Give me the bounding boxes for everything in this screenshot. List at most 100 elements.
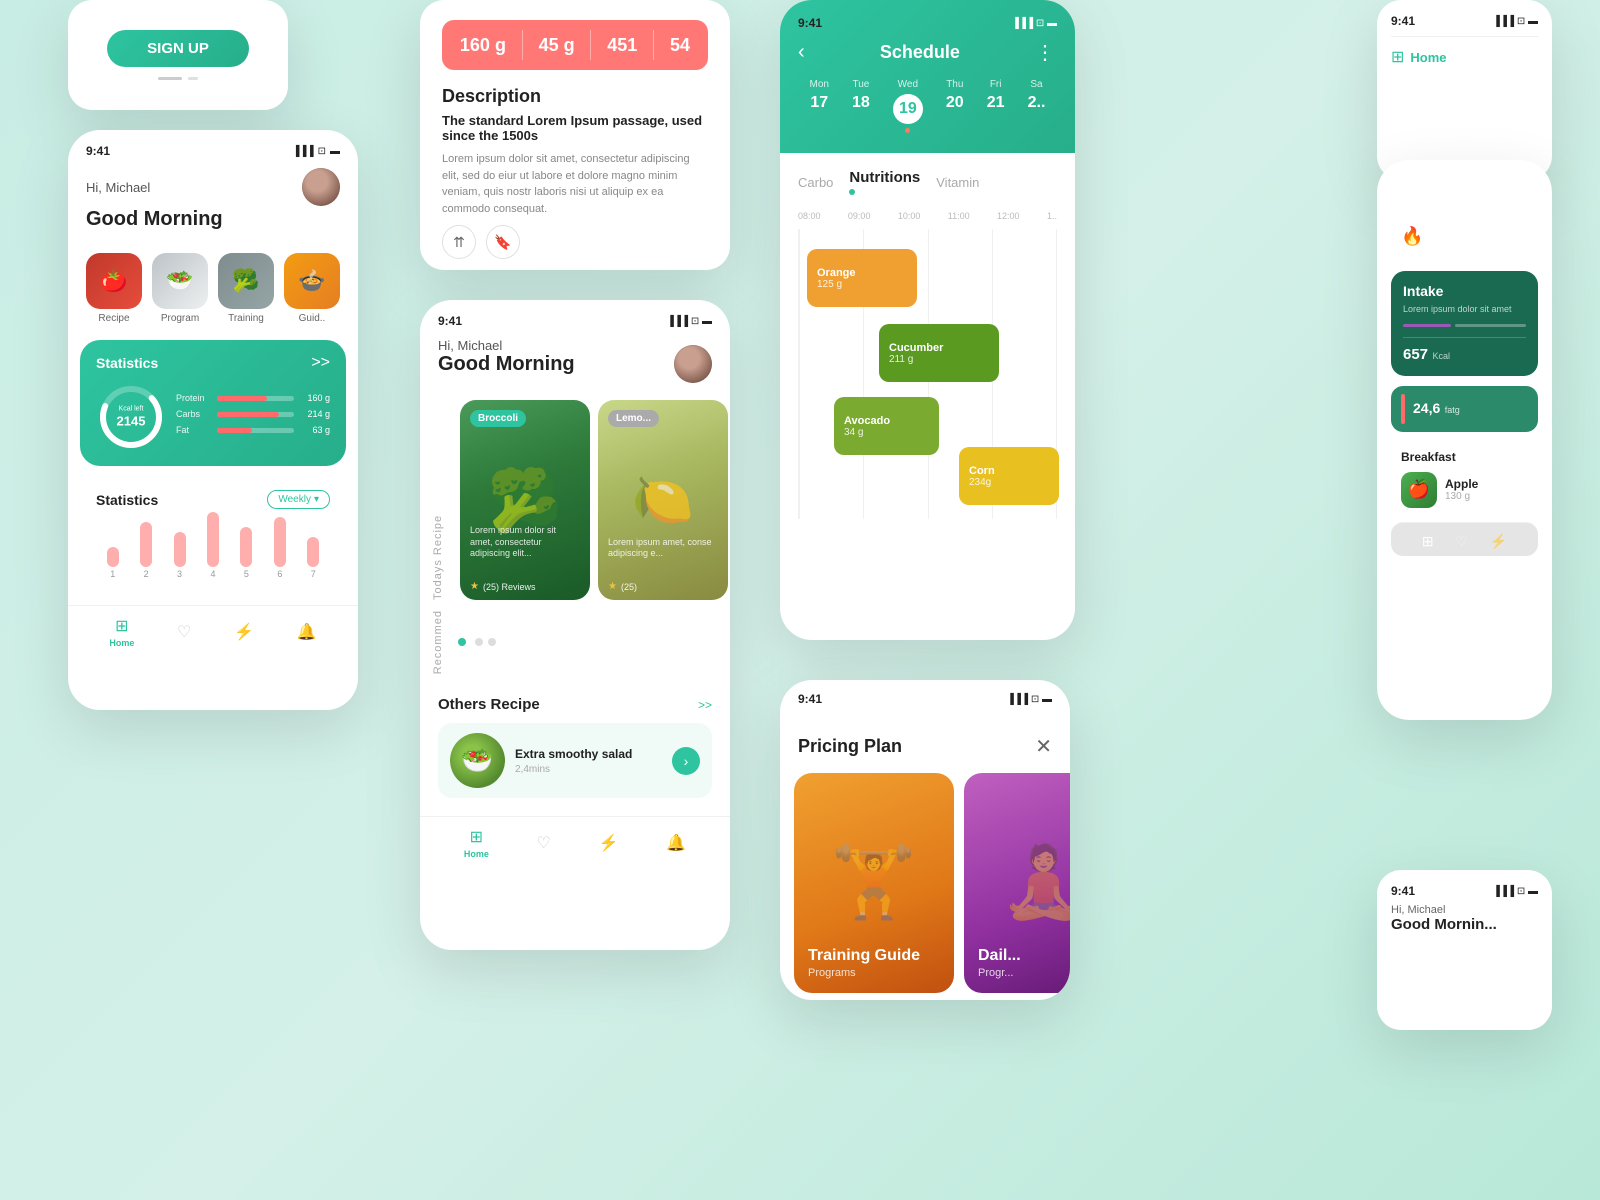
chevron-down-icon: ▾ [314,494,319,505]
intake-card: Intake Lorem ipsum dolor sit amet 657 Kc… [1391,271,1538,376]
day-thu[interactable]: Thu 20 [946,79,964,133]
greeting-text-1: Hi, Michael [86,180,150,195]
tab-carbo[interactable]: Carbo [798,175,833,190]
weekly-button[interactable]: Weekly ▾ [267,490,330,509]
macros-row: 160 g 45 g 451 54 [442,20,708,70]
fatg-unit: fatg [1445,405,1460,415]
home-nav-r1[interactable]: ⊞ Home [1391,47,1538,67]
heart-icon-r2[interactable]: ♡ [1455,533,1468,550]
description-actions: ⇈ 🔖 [442,225,708,259]
home-icon-3: ⊞ [470,827,483,847]
food-bar-orange: Orange 125 g [807,249,917,307]
pricing-card-training[interactable]: 🏋️ Training Guide Programs [794,773,954,993]
activity-icon-3: ⚡ [599,833,619,853]
corn-label: Corn [969,465,1049,477]
others-recipe-section: Others Recipe >> 🥗 Extra smoothy salad 2… [420,682,730,808]
nav-bell-3[interactable]: 🔔 [666,833,686,853]
nav-heart[interactable]: ♡ [177,622,191,642]
recipe-arrow-button[interactable]: › [672,747,700,775]
active-tab-indicator [849,189,855,195]
see-all-button[interactable]: >> [698,698,712,712]
recommended-label: Recommed [432,610,444,674]
kcal-value: 1,536 [1431,222,1471,240]
schedule-title: Schedule [805,42,1035,63]
recipe-name: Extra smoothy salad [515,747,662,761]
stats-green-title: Statistics [96,355,158,371]
cucumber-label: Cucumber [889,342,989,354]
stats-white-title: Statistics [96,492,158,508]
fatg-bar [1401,394,1405,424]
status-time-5: 9:41 [798,692,822,706]
recipe-card-lemon[interactable]: 🍋 Lemo... Lorem ipsum amet, conse adipis… [598,400,728,600]
day-mon[interactable]: Mon 17 [810,79,829,133]
status-bar-r3: 9:41 ▐▐▐ ⊡ ▬ [1391,884,1538,898]
home-label-3: Home [464,849,489,859]
intake-kcal-val: 657 [1403,346,1428,363]
breakfast-item: 🍎 Apple 130 g [1401,472,1528,508]
time-11: 11:00 [948,211,970,221]
status-time-r1: 9:41 [1391,14,1415,28]
food-bar-avocado: Avocado 34 g [834,397,939,455]
recipe-tag-lemon: Lemo... [608,410,659,427]
nav-activity-3[interactable]: ⚡ [599,833,619,853]
apple-icon: 🍎 [1401,472,1437,508]
nav-heart-3[interactable]: ♡ [537,833,551,853]
nutrition-timeline: 08:00 09:00 10:00 11:00 12:00 1.. Oran [798,211,1057,519]
good-morning-3: Good Morning [438,353,575,376]
nav-activity[interactable]: ⚡ [234,622,254,642]
arrow-right-icon: › [684,753,689,769]
fat-label: Fat [176,425,211,435]
category-recipe[interactable]: 🍅 Recipe [86,253,142,324]
nav-bell[interactable]: 🔔 [297,622,317,642]
bookmark-button[interactable]: 🔖 [486,225,520,259]
pricing-card-daily[interactable]: 🧘 Dail... Progr... [964,773,1070,993]
program-label: Program [161,313,199,324]
bell-icon-3: 🔔 [666,833,686,853]
nav-home[interactable]: ⊞ Home [109,616,134,648]
close-button[interactable]: ✕ [1035,734,1052,759]
nutrition-tabs: Carbo Nutritions Vitamin [798,169,1057,195]
timeline-times: 08:00 09:00 10:00 11:00 12:00 1.. [798,211,1057,221]
days-row: Mon 17 Tue 18 Wed 19 Thu 20 Fri 21 Sa [798,79,1057,133]
pricing-cards: 🏋️ Training Guide Programs 🧘 Dail... Pro… [780,773,1070,1000]
today-title: Today, 1 [1391,174,1538,191]
category-program[interactable]: 🥗 Program [152,253,208,324]
recipe-list-item[interactable]: 🥗 Extra smoothy salad 2,4mins › [438,723,712,798]
category-training[interactable]: 🥦 Training [218,253,274,324]
tab-vitamin[interactable]: Vitamin [936,175,979,190]
phone-pricing: 9:41 ▐▐▐ ⊡ ▬ Pricing Plan ✕ 🏋️ Training … [780,680,1070,1000]
day-sa[interactable]: Sa 2.. [1028,79,1046,133]
share-button[interactable]: ⇈ [442,225,476,259]
phone-schedule: 9:41 ▐▐▐ ⊡ ▬ ‹ Schedule ⋮ Mon 17 Tue 18 … [780,0,1075,640]
kcal-label: Kcal left [117,405,146,413]
prev-arrow-icon[interactable]: ‹ [798,41,805,64]
more-options-icon[interactable]: ⋮ [1035,40,1057,65]
status-icons-3: ▐▐▐ ⊡ ▬ [667,316,712,327]
macro-val-3: 451 [607,35,637,56]
recommended-section: Recommed [420,610,730,682]
activity-icon: ⚡ [234,622,254,642]
signup-button[interactable]: SIGN UP [107,30,249,67]
review-text-2: (25) [621,582,637,592]
nav-bar-3: ⊞ Home ♡ ⚡ 🔔 [420,816,730,865]
home-icon-r2[interactable]: ⊞ [1422,533,1434,550]
nav-home-3[interactable]: ⊞ Home [464,827,489,859]
heart-icon: ♡ [177,622,191,642]
macro-val-4: 54 [670,35,690,56]
macro-val-2: 45 g [539,35,575,56]
recipe-card-broccoli[interactable]: 🥦 Broccoli Lorem ipsum dolor sit amet, c… [460,400,590,600]
activity-icon-r2[interactable]: ⚡ [1490,533,1507,550]
guide-label: Guid.. [299,313,326,324]
tab-nutritions[interactable]: Nutritions [849,169,920,186]
day-fri[interactable]: Fri 21 [987,79,1005,133]
recipe-list-info: Extra smoothy salad 2,4mins [515,747,662,775]
day-wed[interactable]: Wed 19 [893,79,923,133]
todays-recipe-section: Todays Recipe 🥦 Broccoli Lorem ipsum dol… [420,400,730,610]
status-icons-1: ▐▐▐⊡▬ [292,146,340,157]
star-icon-2: ★ [608,581,617,592]
food-bar-cucumber: Cucumber 211 g [879,324,999,382]
pricing-header: Pricing Plan ✕ [780,716,1070,773]
day-tue[interactable]: Tue 18 [852,79,870,133]
category-guide[interactable]: 🍲 Guid.. [284,253,340,324]
phone-right-home: 9:41 ▐▐▐ ⊡ ▬ ⊞ Home [1377,0,1552,180]
